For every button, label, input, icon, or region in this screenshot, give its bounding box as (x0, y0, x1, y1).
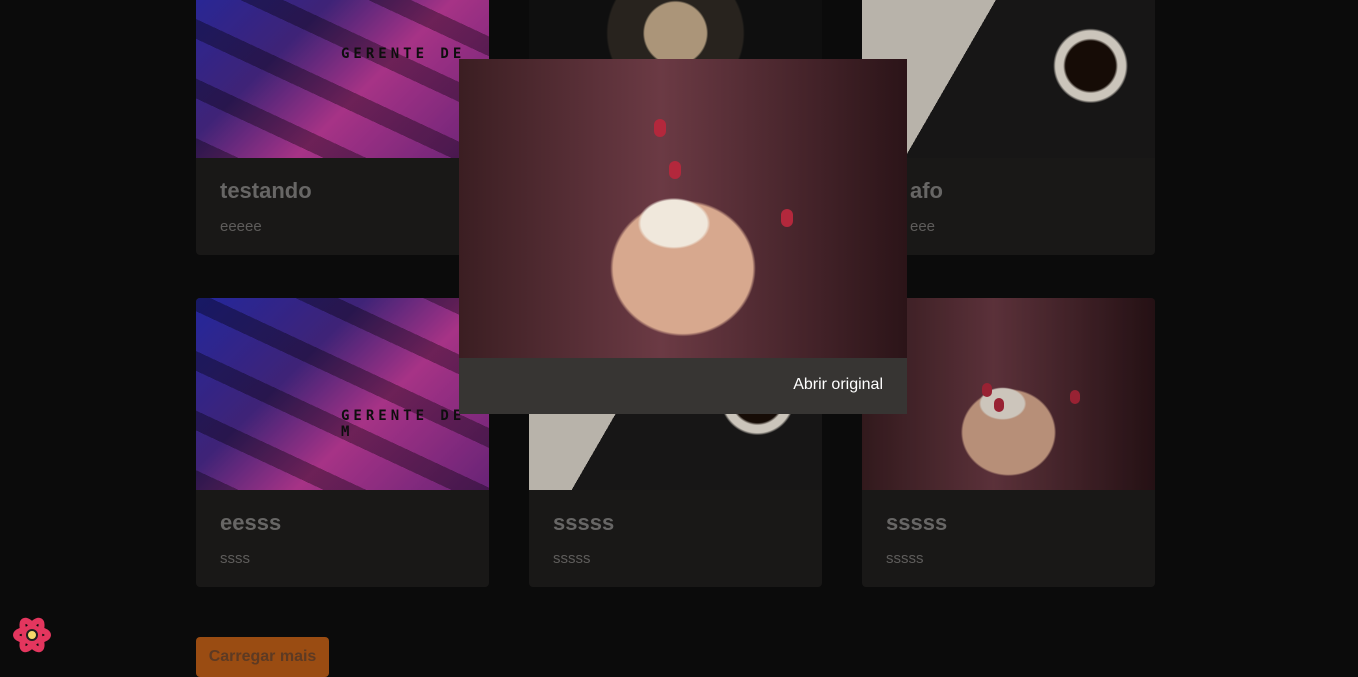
card-title: sssss (886, 510, 948, 535)
gallery-card[interactable]: GERENTE DE testando eeeee (196, 0, 489, 255)
nail-decor (654, 119, 666, 137)
open-original-link[interactable]: Abrir original (793, 376, 883, 394)
card-description: eeeee (220, 218, 262, 235)
card-title: testando (220, 178, 312, 203)
card-description: sssss (553, 550, 591, 567)
card-title: eesss (220, 510, 282, 535)
card-title: afo (910, 178, 943, 203)
react-devtools-icon[interactable] (12, 615, 52, 655)
card-thumbnail-text: GERENTE DE (341, 46, 466, 62)
nail-decor (669, 161, 681, 179)
modal-image (459, 59, 907, 358)
nail-decor (781, 209, 793, 227)
card-description: ssss (220, 550, 250, 567)
nail-decor (994, 398, 1004, 412)
card-thumbnail[interactable]: GERENTE DE (196, 0, 489, 158)
card-thumbnail[interactable]: GERENTE DE M (196, 298, 489, 490)
load-more-button[interactable]: Carregar mais (196, 637, 329, 677)
card-description: eee (910, 218, 936, 235)
image-modal: Abrir original (459, 59, 907, 414)
gallery-card[interactable]: GERENTE DE M eesss ssss (196, 298, 489, 587)
modal-footer: Abrir original (459, 358, 907, 414)
card-description: sssss (886, 550, 924, 567)
nail-decor (982, 383, 992, 397)
card-title: sssss (553, 510, 615, 535)
nail-decor (1070, 390, 1080, 404)
